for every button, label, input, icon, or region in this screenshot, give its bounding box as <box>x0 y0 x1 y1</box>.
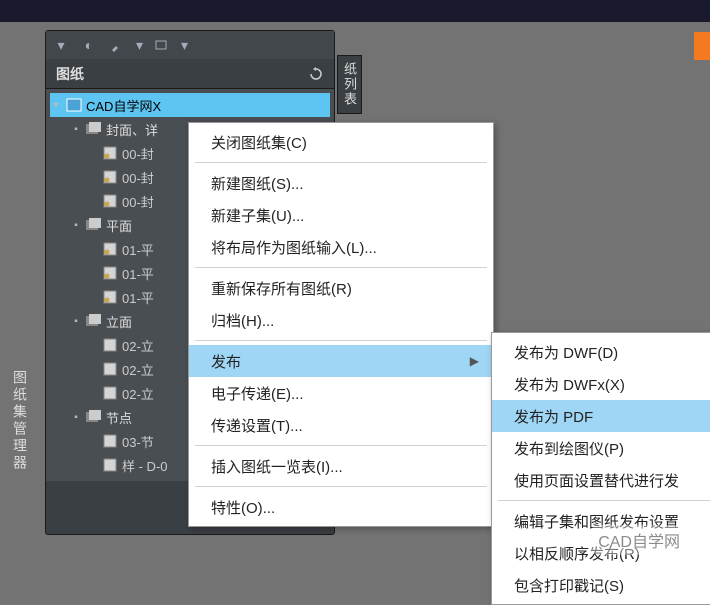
sheet-locked-icon <box>102 289 118 305</box>
submenu-item-label: 使用页面设置替代进行发 <box>514 470 679 491</box>
menu-item-label: 新建图纸(S)... <box>211 173 304 194</box>
submenu-item[interactable]: 发布为 PDF <box>492 400 710 432</box>
submenu-item[interactable]: 包含打印戳记(S) <box>492 569 710 601</box>
tree-sheet-label: 02-立 <box>122 360 154 379</box>
menu-separator <box>195 340 487 341</box>
subset-icon <box>86 217 102 233</box>
menu-item-label: 发布 <box>211 351 241 372</box>
subset-icon <box>86 121 102 137</box>
sheet-locked-icon <box>102 193 118 209</box>
collapse-icon[interactable]: ▪ <box>70 123 82 135</box>
collapse-icon[interactable]: ▪ <box>70 315 82 327</box>
sheet-icon <box>102 361 118 377</box>
menu-separator <box>195 445 487 446</box>
menu-item[interactable]: 关闭图纸集(C) <box>189 126 493 158</box>
submenu-item-label: 发布为 PDF <box>514 406 593 427</box>
sheet-icon <box>102 337 118 353</box>
submenu-item[interactable]: 发布为 DWFx(X) <box>492 368 710 400</box>
menu-item[interactable]: 传递设置(T)... <box>189 409 493 441</box>
sheet-locked-icon <box>102 265 118 281</box>
panel-title: 图纸 <box>56 64 84 84</box>
menu-separator <box>195 486 487 487</box>
toolbar-layers-icon[interactable] <box>153 36 171 54</box>
menu-item-label: 新建子集(U)... <box>211 205 304 226</box>
collapse-icon[interactable]: ▪ <box>70 219 82 231</box>
sheet-locked-icon <box>102 145 118 161</box>
tree-root-label: CAD自学网X <box>86 96 161 115</box>
submenu-item-label: 发布为 DWF(D) <box>514 342 618 363</box>
app-titlebar <box>0 0 710 22</box>
tree-subset-label: 立面 <box>106 312 132 331</box>
corner-logo: CAD自学网 <box>588 525 690 555</box>
tree-sheet-label: 02-立 <box>122 384 154 403</box>
menu-item[interactable]: 归档(H)... <box>189 304 493 336</box>
sheet-icon <box>102 385 118 401</box>
menu-item[interactable]: 将布局作为图纸输入(L)... <box>189 231 493 263</box>
menu-item[interactable]: 发布 ▶ <box>189 345 493 377</box>
tree-sheet-label: 01-平 <box>122 288 154 307</box>
tree-sheet-label: 02-立 <box>122 336 154 355</box>
menu-item-label: 插入图纸一览表(I)... <box>211 456 343 477</box>
panel-header: 图纸 <box>46 59 334 89</box>
tree-sheet-label: 03-节 <box>122 432 154 451</box>
submenu-item-label: 发布到绘图仪(P) <box>514 438 624 459</box>
submenu-item-label: 发布为 DWFx(X) <box>514 374 625 395</box>
menu-item-label: 关闭图纸集(C) <box>211 132 307 153</box>
menu-item-label: 归档(H)... <box>211 310 274 331</box>
publish-submenu: 发布为 DWF(D) 发布为 DWFx(X) 发布为 PDF 发布到绘图仪(P) 使用页… <box>491 332 710 605</box>
tree-subset-label: 封面、详 <box>106 120 158 139</box>
tree-sheet-label: 01-平 <box>122 240 154 259</box>
collapse-icon[interactable]: ▪ <box>70 411 82 423</box>
menu-separator <box>498 500 710 501</box>
menu-item-label: 将布局作为图纸输入(L)... <box>211 237 377 258</box>
menu-item[interactable]: 插入图纸一览表(I)... <box>189 450 493 482</box>
tree-subset-label: 节点 <box>106 408 132 427</box>
sheet-set-icon <box>66 97 82 113</box>
orange-accent <box>694 32 710 60</box>
toolbar-dropdown-icon[interactable]: ▾ <box>52 36 70 54</box>
sheet-icon <box>102 433 118 449</box>
expand-icon[interactable]: ▾ <box>50 99 62 111</box>
menu-item-label: 特性(O)... <box>211 497 275 518</box>
sheet-locked-icon <box>102 169 118 185</box>
sheet-icon <box>102 457 118 473</box>
menu-item[interactable]: 电子传递(E)... <box>189 377 493 409</box>
menu-separator <box>195 267 487 268</box>
submenu-item[interactable]: 使用页面设置替代进行发 <box>492 464 710 496</box>
tree-sheet-label: 00-封 <box>122 168 154 187</box>
tree-sheet-label: 00-封 <box>122 144 154 163</box>
side-tab[interactable]: 纸列表 <box>337 55 362 114</box>
submenu-arrow-icon: ▶ <box>470 354 479 368</box>
panel-toolbar: ▾ ◐ ▾ ▾ <box>46 31 334 59</box>
tree-sheet-label: 01-平 <box>122 264 154 283</box>
sheet-locked-icon <box>102 241 118 257</box>
subset-icon <box>86 409 102 425</box>
submenu-item[interactable]: 发布为 DWF(D) <box>492 336 710 368</box>
tree-subset-label: 平面 <box>106 216 132 235</box>
context-menu: 关闭图纸集(C) 新建图纸(S)... 新建子集(U)... 将布局作为图纸输入(L)… <box>188 122 494 527</box>
submenu-item-label: 包含打印戳记(S) <box>514 575 624 596</box>
submenu-item[interactable]: 发布到绘图仪(P) <box>492 432 710 464</box>
menu-item[interactable]: 新建子集(U)... <box>189 199 493 231</box>
subset-icon <box>86 313 102 329</box>
toolbar-tool-icon[interactable] <box>108 36 126 54</box>
menu-item[interactable]: 特性(O)... <box>189 491 493 523</box>
tree-sheet-label: 00-封 <box>122 192 154 211</box>
tree-sheet-label: 样 - D-0 <box>122 456 168 475</box>
refresh-icon[interactable] <box>308 66 324 82</box>
menu-item-label: 传递设置(T)... <box>211 415 303 436</box>
tree-root-node[interactable]: ▾ CAD自学网X <box>50 93 330 117</box>
toolbar-globe-icon[interactable]: ◐ <box>80 36 98 54</box>
panel-side-title: 图纸集管理器 <box>10 370 30 472</box>
menu-item[interactable]: 新建图纸(S)... <box>189 167 493 199</box>
menu-item-label: 重新保存所有图纸(R) <box>211 278 352 299</box>
menu-item[interactable]: 重新保存所有图纸(R) <box>189 272 493 304</box>
menu-item-label: 电子传递(E)... <box>211 383 304 404</box>
menu-separator <box>195 162 487 163</box>
